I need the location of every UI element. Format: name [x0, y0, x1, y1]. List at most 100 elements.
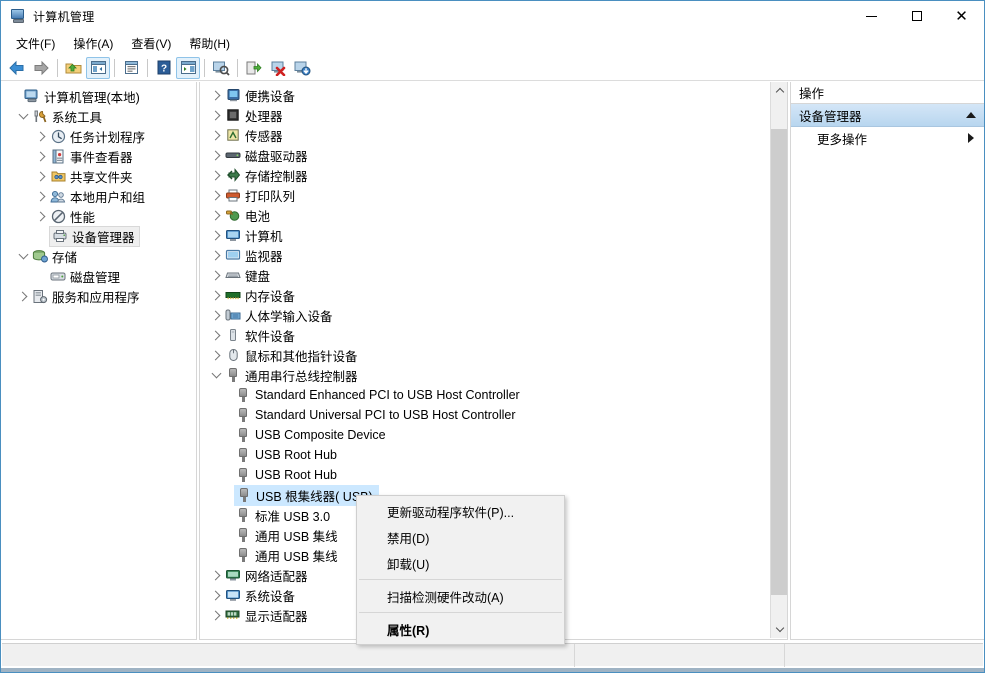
sidebar-item-task-scheduler[interactable]: 任务计划程序 — [1, 126, 196, 146]
menu-bar: 文件(F) 操作(A) 查看(V) 帮助(H) — [1, 31, 984, 55]
chevron-down-icon[interactable] — [208, 365, 224, 385]
device-node-batteries[interactable]: 电池 — [200, 205, 769, 225]
ctx-uninstall[interactable]: 卸载(U) — [357, 550, 564, 576]
device-node-computer[interactable]: 计算机 — [200, 225, 769, 245]
chevron-right-icon[interactable] — [208, 285, 224, 305]
device-node-label: 便携设备 — [242, 86, 295, 105]
device-node-mice-pointing[interactable]: 鼠标和其他指针设备 — [200, 345, 769, 365]
minimize-button[interactable] — [849, 1, 894, 31]
device-node-label: USB Root Hub — [252, 448, 337, 462]
help-button[interactable]: ? — [152, 57, 176, 79]
chevron-down-icon[interactable] — [15, 246, 31, 266]
chevron-right-icon[interactable] — [208, 605, 224, 625]
chevron-right-icon[interactable] — [15, 286, 31, 306]
chevron-right-icon[interactable] — [33, 206, 49, 226]
sidebar-item-device-manager[interactable]: 设备管理器 — [1, 226, 196, 246]
chevron-right-icon[interactable] — [208, 165, 224, 185]
ctx-properties[interactable]: 属性(R) — [357, 616, 564, 642]
device-node-portable-devices[interactable]: 便携设备 — [200, 85, 769, 105]
sidebar-item-local-users-groups[interactable]: 本地用户和组 — [1, 186, 196, 206]
device-node-hid-devices[interactable]: 人体学输入设备 — [200, 305, 769, 325]
window-bottom-edge — [1, 668, 984, 672]
performance-icon — [49, 208, 67, 224]
chevron-right-icon[interactable] — [208, 565, 224, 585]
chevron-right-icon[interactable] — [33, 186, 49, 206]
ctx-update-driver[interactable]: 更新驱动程序软件(P)... — [357, 498, 564, 524]
chevron-right-icon[interactable] — [208, 125, 224, 145]
chevron-right-icon[interactable] — [208, 185, 224, 205]
chevron-right-icon[interactable] — [208, 265, 224, 285]
ctx-scan-hardware[interactable]: 扫描检测硬件改动(A) — [357, 583, 564, 609]
chevron-right-icon[interactable] — [208, 245, 224, 265]
sidebar-item-storage[interactable]: 存储 — [1, 246, 196, 266]
device-node-usb-child[interactable]: USB Root Hub — [200, 445, 769, 465]
menu-view[interactable]: 查看(V) — [122, 32, 180, 55]
chevron-down-icon[interactable] — [15, 106, 31, 126]
menu-file[interactable]: 文件(F) — [7, 32, 64, 55]
chevron-right-icon[interactable] — [208, 585, 224, 605]
device-node-storage-controllers[interactable]: 存储控制器 — [200, 165, 769, 185]
show-hide-action-pane-button[interactable] — [176, 57, 200, 79]
scroll-down-button[interactable] — [771, 621, 788, 638]
device-tree-scrollbar[interactable] — [770, 82, 787, 638]
scroll-up-button[interactable] — [771, 82, 788, 99]
actions-group-device-manager[interactable]: 设备管理器 — [791, 104, 984, 127]
device-node-disk-drives[interactable]: 磁盘驱动器 — [200, 145, 769, 165]
close-button[interactable]: ✕ — [939, 1, 984, 31]
chevron-right-icon[interactable] — [208, 305, 224, 325]
device-node-label: 系统设备 — [242, 586, 295, 605]
ctx-disable[interactable]: 禁用(D) — [357, 524, 564, 550]
sidebar-item-disk-management[interactable]: 磁盘管理 — [1, 266, 196, 286]
sidebar-item-shared-folders[interactable]: 共享文件夹 — [1, 166, 196, 186]
chevron-right-icon[interactable] — [208, 345, 224, 365]
device-node-usb-controllers[interactable]: 通用串行总线控制器 — [200, 365, 769, 385]
chevron-right-icon[interactable] — [208, 145, 224, 165]
device-node-software-devices[interactable]: 软件设备 — [200, 325, 769, 345]
chevron-right-icon[interactable] — [208, 325, 224, 345]
sidebar-item-event-viewer[interactable]: 事件查看器 — [1, 146, 196, 166]
device-node-print-queues[interactable]: 打印队列 — [200, 185, 769, 205]
chevron-right-icon[interactable] — [208, 205, 224, 225]
toolbar-separator — [114, 59, 115, 77]
device-node-usb-child[interactable]: Standard Enhanced PCI to USB Host Contro… — [200, 385, 769, 405]
device-node-processors[interactable]: 处理器 — [200, 105, 769, 125]
context-menu[interactable]: 更新驱动程序软件(P)... 禁用(D) 卸载(U) 扫描检测硬件改动(A) 属… — [356, 495, 565, 645]
properties-button[interactable] — [119, 57, 143, 79]
uninstall-device-button[interactable] — [266, 57, 290, 79]
sidebar-item-computer-management[interactable]: 计算机管理(本地) — [1, 86, 196, 106]
device-node-usb-child[interactable]: USB Composite Device — [200, 425, 769, 445]
console-tree-pane[interactable]: 计算机管理(本地) 系统工具 — [1, 82, 197, 640]
device-node-label: 显示适配器 — [242, 606, 308, 625]
device-node-label: 人体学输入设备 — [242, 306, 333, 325]
sidebar-item-performance[interactable]: 性能 — [1, 206, 196, 226]
up-one-level-button[interactable] — [62, 57, 86, 79]
chevron-right-icon[interactable] — [208, 105, 224, 125]
back-button[interactable] — [5, 57, 29, 79]
device-node-memory-devices[interactable]: 内存设备 — [200, 285, 769, 305]
menu-help[interactable]: 帮助(H) — [180, 32, 239, 55]
forward-button[interactable] — [29, 57, 53, 79]
chevron-right-icon[interactable] — [208, 225, 224, 245]
update-driver-button[interactable] — [242, 57, 266, 79]
chevron-right-icon[interactable] — [208, 85, 224, 105]
disable-device-button[interactable] — [290, 57, 314, 79]
sidebar-item-system-tools[interactable]: 系统工具 — [1, 106, 196, 126]
chevron-right-icon[interactable] — [33, 146, 49, 166]
device-node-monitors[interactable]: 监视器 — [200, 245, 769, 265]
device-node-keyboards[interactable]: 键盘 — [200, 265, 769, 285]
sidebar-item-services-applications[interactable]: 服务和应用程序 — [1, 286, 196, 306]
menu-action[interactable]: 操作(A) — [64, 32, 122, 55]
device-node-sensors[interactable]: 传感器 — [200, 125, 769, 145]
local-users-groups-icon — [49, 188, 67, 204]
maximize-button[interactable] — [894, 1, 939, 31]
device-node-usb-child[interactable]: USB Root Hub — [200, 465, 769, 485]
chevron-up-icon[interactable] — [966, 112, 976, 118]
scrollbar-thumb[interactable] — [771, 129, 788, 595]
scan-hardware-changes-button[interactable] — [209, 57, 233, 79]
action-more-actions[interactable]: 更多操作 — [791, 127, 984, 149]
chevron-right-icon[interactable] — [33, 126, 49, 146]
show-hide-console-tree-button[interactable] — [86, 57, 110, 79]
status-segment-main — [2, 644, 575, 667]
device-node-usb-child[interactable]: Standard Universal PCI to USB Host Contr… — [200, 405, 769, 425]
chevron-right-icon[interactable] — [33, 166, 49, 186]
